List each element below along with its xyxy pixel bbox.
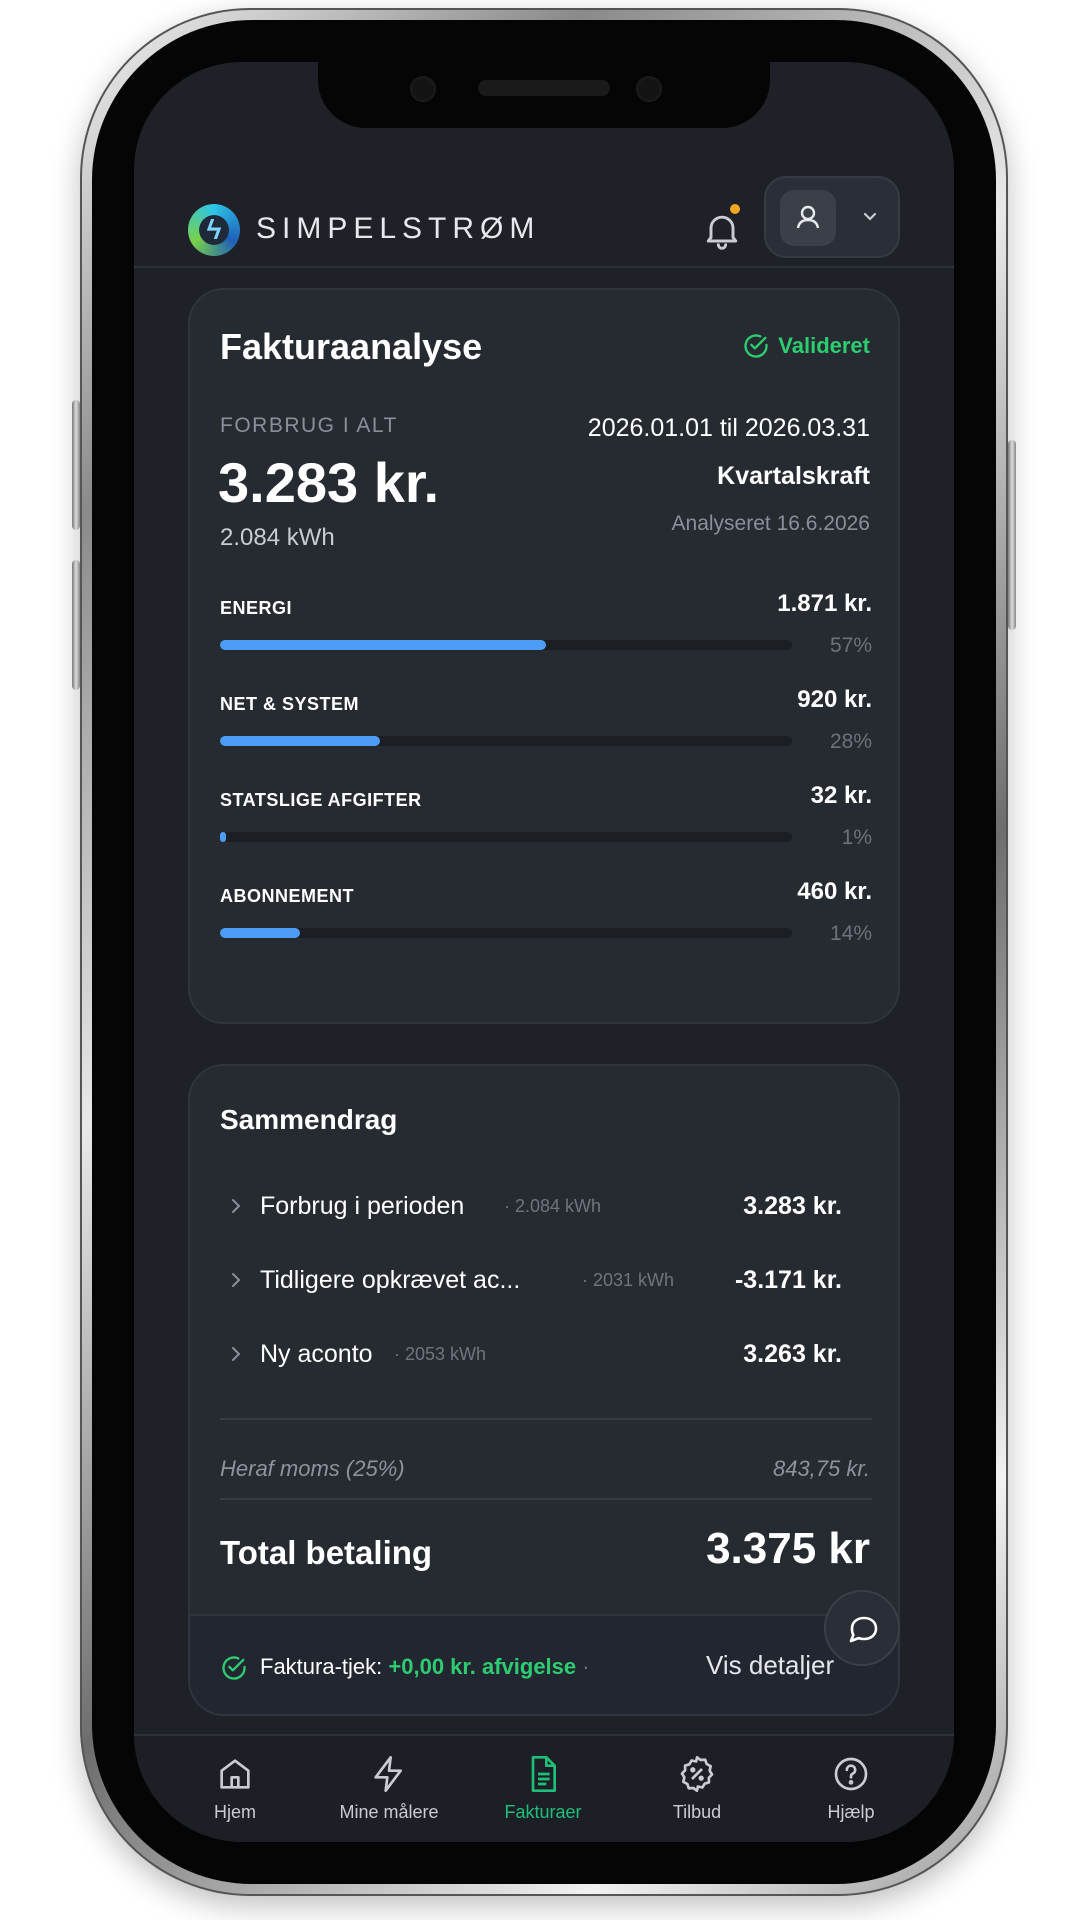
billing-period: 2026.01.01 til 2026.03.31 [587,414,870,442]
category-energy: ENERGI 1.871 kr. 57% [220,590,872,680]
invoice-check-bar: Faktura-tjek: +0,00 kr. afvigelse · Vis … [190,1614,898,1714]
check-circle-icon [744,334,768,358]
total-label: FORBRUG I ALT [220,414,398,437]
logo-icon: ϟ [188,204,240,256]
summary-card: Sammendrag Forbrug i perioden · 2.084 kW… [188,1064,900,1716]
app-screen: ϟ SIMPELSTRØM Fakturaanalyse Valideret F… [134,62,954,1842]
chevron-right-icon [232,1199,241,1213]
category-state-fees: STATSLIGE AFGIFTER 32 kr. 1% [220,782,872,872]
summary-title: Sammendrag [220,1104,398,1135]
plan-name: Kvartalskraft [717,462,870,490]
tab-invoices[interactable]: Fakturaer [468,1754,618,1823]
row-label: Ny aconto [260,1340,373,1368]
category-percent: 57% [829,634,872,657]
tab-label: Fakturaer [504,1802,582,1822]
invoice-check-text: Faktura-tjek: +0,00 kr. afvigelse · [260,1654,590,1680]
bottom-nav: Hjem Mine målere Fakturaer Tilbud Hjælp [134,1734,954,1842]
summary-row-consumption[interactable]: Forbrug i perioden · 2.084 kWh 3.283 kr. [220,1178,842,1238]
sensor [636,76,662,102]
volume-up-button [72,400,80,530]
category-name: ABONNEMENT [220,886,354,906]
row-amount: 3.283 kr. [743,1192,842,1220]
category-amount: 32 kr. [810,782,872,809]
check-value: +0,00 kr. afvigelse [388,1654,577,1679]
home-icon [220,1759,250,1789]
check-separator: · [582,1654,590,1679]
discount-badge-icon [680,1756,714,1792]
tab-home[interactable]: Hjem [160,1754,310,1823]
document-icon [531,1756,556,1792]
invoice-analysis-card: Fakturaanalyse Valideret FORBRUG I ALT 3… [188,288,900,1024]
validated-badge: Valideret [742,332,870,360]
notification-dot [730,204,740,214]
progress-fill [220,640,547,650]
category-amount: 460 kr. [797,878,872,905]
progress-fill [220,832,226,842]
user-icon [796,205,820,229]
progress-fill [220,736,381,746]
tab-label: Hjælp [827,1802,875,1822]
row-kwh: · 2.084 kWh [504,1196,602,1216]
app-header: ϟ SIMPELSTRØM [134,158,954,268]
category-name: NET & SYSTEM [220,694,360,714]
chevron-right-icon [232,1347,241,1361]
tab-label: Tilbud [672,1802,722,1822]
divider [220,1498,872,1500]
category-subscription: ABONNEMENT 460 kr. 14% [220,878,872,968]
bolt-icon [374,1756,402,1792]
category-percent: 14% [829,922,872,945]
category-percent: 28% [829,730,872,753]
category-name: STATSLIGE AFGIFTER [220,790,422,810]
category-net-system: NET & SYSTEM 920 kr. 28% [220,686,872,776]
chevron-right-icon [232,1273,241,1287]
power-button [1008,440,1016,630]
category-name: ENERGI [220,598,293,618]
category-amount: 1.871 kr. [777,590,872,617]
tab-meters[interactable]: Mine målere [314,1754,464,1823]
tab-help[interactable]: Hjælp [776,1754,926,1823]
summary-row-new-aconto[interactable]: Ny aconto · 2053 kWh 3.263 kr. [220,1326,842,1386]
total-payment-amount: 3.375 kr [706,1524,870,1573]
chat-button[interactable] [824,1590,900,1666]
row-kwh: · 2053 kWh [394,1344,487,1364]
check-label: Faktura-tjek: [260,1654,383,1679]
help-circle-icon [834,1757,868,1791]
progress-track [220,928,792,938]
category-amount: 920 kr. [797,686,872,713]
tab-label: Mine målere [339,1802,439,1822]
tab-offers[interactable]: Tilbud [622,1754,772,1823]
row-amount: -3.171 kr. [734,1266,842,1294]
show-details-link[interactable]: Vis detaljer [706,1650,834,1681]
avatar [780,190,836,246]
total-amount: 3.283 kr. [218,451,440,514]
notch [318,62,770,128]
row-kwh: · 2031 kWh [582,1270,675,1290]
row-label: Forbrug i perioden [260,1192,465,1220]
progress-track [220,640,792,650]
analysed-date: Analyseret 16.6.2026 [671,512,870,535]
speaker [478,80,610,96]
user-menu-button[interactable] [764,176,900,258]
row-label: Tidligere opkrævet ac... [260,1266,521,1294]
validated-label: Valideret [778,333,870,358]
summary-row-prior-aconto[interactable]: Tidligere opkrævet ac... · 2031 kWh -3.1… [220,1252,842,1312]
progress-track [220,832,792,842]
divider [220,1418,872,1420]
check-circle-icon [222,1656,246,1680]
card-title: Fakturaanalyse [220,326,483,367]
chat-bubble-icon [849,1616,878,1643]
volume-down-button [72,560,80,690]
row-amount: 3.263 kr. [743,1340,842,1368]
total-kwh: 2.084 kWh [220,524,335,551]
progress-fill [220,928,301,938]
camera [410,76,436,102]
category-percent: 1% [841,826,872,849]
total-payment-label: Total betaling [220,1534,433,1571]
chevron-down-icon [863,212,877,221]
tab-label: Hjem [213,1802,256,1822]
brand-name: SIMPELSTRØM [256,212,541,245]
vat-amount: 843,75 kr. [772,1456,870,1481]
vat-label: Heraf moms (25%) [220,1456,405,1481]
progress-track [220,736,792,746]
